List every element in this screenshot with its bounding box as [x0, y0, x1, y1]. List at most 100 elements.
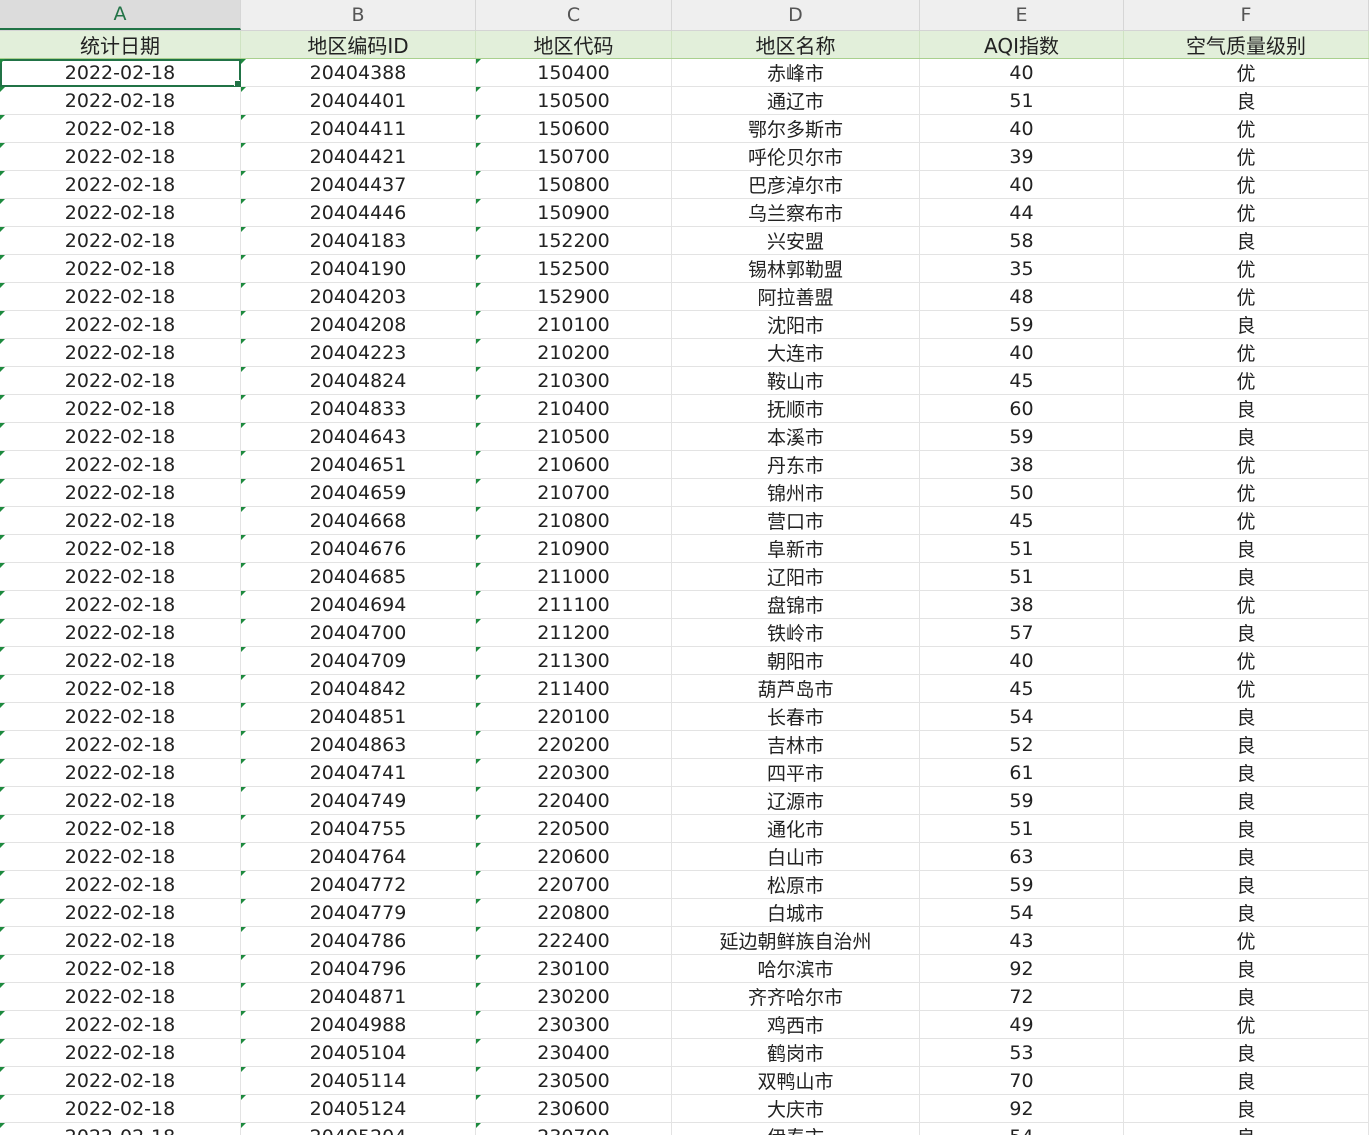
table-cell[interactable]: 152500	[476, 255, 672, 283]
table-cell[interactable]: 54	[920, 899, 1124, 927]
table-cell[interactable]: 2022-02-18	[0, 983, 241, 1011]
table-cell[interactable]: 220600	[476, 843, 672, 871]
table-cell[interactable]: 良	[1124, 1067, 1369, 1095]
table-cell[interactable]: 2022-02-18	[0, 283, 241, 311]
table-cell[interactable]: 20404871	[241, 983, 476, 1011]
table-cell[interactable]: 20404842	[241, 675, 476, 703]
table-cell[interactable]: 50	[920, 479, 1124, 507]
table-cell[interactable]: 70	[920, 1067, 1124, 1095]
table-cell[interactable]: 朝阳市	[672, 647, 920, 675]
table-cell[interactable]: 211400	[476, 675, 672, 703]
table-cell[interactable]: 51	[920, 815, 1124, 843]
table-cell[interactable]: 150700	[476, 143, 672, 171]
fill-handle[interactable]	[234, 80, 240, 86]
table-cell[interactable]: 150400	[476, 59, 672, 87]
table-cell[interactable]: 20404643	[241, 423, 476, 451]
table-cell[interactable]: 良	[1124, 311, 1369, 339]
table-cell[interactable]: 良	[1124, 563, 1369, 591]
table-cell[interactable]: 2022-02-18	[0, 899, 241, 927]
table-cell[interactable]: 210400	[476, 395, 672, 423]
header-cell[interactable]: AQI指数	[920, 31, 1124, 58]
table-cell[interactable]: 优	[1124, 647, 1369, 675]
table-cell[interactable]: 230600	[476, 1095, 672, 1123]
table-cell[interactable]: 鹤岗市	[672, 1039, 920, 1067]
table-cell[interactable]: 辽阳市	[672, 563, 920, 591]
table-cell[interactable]: 良	[1124, 395, 1369, 423]
table-cell[interactable]: 2022-02-18	[0, 115, 241, 143]
table-cell[interactable]: 20404796	[241, 955, 476, 983]
column-header-f[interactable]: F	[1124, 0, 1369, 30]
table-cell[interactable]: 抚顺市	[672, 395, 920, 423]
table-cell[interactable]: 吉林市	[672, 731, 920, 759]
table-cell[interactable]: 45	[920, 507, 1124, 535]
table-cell[interactable]: 40	[920, 647, 1124, 675]
table-cell[interactable]: 20404388	[241, 59, 476, 87]
table-cell[interactable]: 20404421	[241, 143, 476, 171]
table-cell[interactable]: 230700	[476, 1123, 672, 1135]
table-cell[interactable]: 葫芦岛市	[672, 675, 920, 703]
table-cell[interactable]: 150900	[476, 199, 672, 227]
table-cell[interactable]: 210600	[476, 451, 672, 479]
table-cell[interactable]: 20404749	[241, 787, 476, 815]
table-cell[interactable]: 2022-02-18	[0, 255, 241, 283]
table-cell[interactable]: 良	[1124, 983, 1369, 1011]
table-cell[interactable]: 延边朝鲜族自治州	[672, 927, 920, 955]
table-cell[interactable]: 20404183	[241, 227, 476, 255]
table-cell[interactable]: 2022-02-18	[0, 1039, 241, 1067]
table-cell[interactable]: 150800	[476, 171, 672, 199]
table-cell[interactable]: 通辽市	[672, 87, 920, 115]
table-cell[interactable]: 白山市	[672, 843, 920, 871]
table-cell[interactable]: 优	[1124, 255, 1369, 283]
header-cell[interactable]: 地区名称	[672, 31, 920, 58]
table-cell[interactable]: 锦州市	[672, 479, 920, 507]
table-cell[interactable]: 2022-02-18	[0, 1123, 241, 1135]
table-cell[interactable]: 230400	[476, 1039, 672, 1067]
table-cell[interactable]: 20404755	[241, 815, 476, 843]
table-cell[interactable]: 230100	[476, 955, 672, 983]
table-cell[interactable]: 20404676	[241, 535, 476, 563]
table-cell[interactable]: 44	[920, 199, 1124, 227]
table-cell[interactable]: 49	[920, 1011, 1124, 1039]
table-cell[interactable]: 20404700	[241, 619, 476, 647]
table-cell[interactable]: 伊春市	[672, 1123, 920, 1135]
column-header-e[interactable]: E	[920, 0, 1124, 30]
table-cell[interactable]: 40	[920, 115, 1124, 143]
table-cell[interactable]: 2022-02-18	[0, 367, 241, 395]
table-cell[interactable]: 92	[920, 955, 1124, 983]
table-cell[interactable]: 2022-02-18	[0, 563, 241, 591]
table-cell[interactable]: 优	[1124, 59, 1369, 87]
header-cell[interactable]: 地区编码ID	[241, 31, 476, 58]
table-cell[interactable]: 四平市	[672, 759, 920, 787]
table-cell[interactable]: 优	[1124, 199, 1369, 227]
column-header-d[interactable]: D	[672, 0, 920, 30]
table-cell[interactable]: 优	[1124, 927, 1369, 955]
table-cell[interactable]: 45	[920, 675, 1124, 703]
table-cell[interactable]: 61	[920, 759, 1124, 787]
table-cell[interactable]: 20404446	[241, 199, 476, 227]
table-cell[interactable]: 150500	[476, 87, 672, 115]
table-cell[interactable]: 230300	[476, 1011, 672, 1039]
table-cell[interactable]: 210100	[476, 311, 672, 339]
table-cell[interactable]: 2022-02-18	[0, 759, 241, 787]
table-cell[interactable]: 152200	[476, 227, 672, 255]
table-cell[interactable]: 2022-02-18	[0, 87, 241, 115]
table-cell[interactable]: 54	[920, 703, 1124, 731]
table-cell[interactable]: 220300	[476, 759, 672, 787]
table-cell[interactable]: 2022-02-18	[0, 815, 241, 843]
table-cell[interactable]: 57	[920, 619, 1124, 647]
table-cell[interactable]: 51	[920, 563, 1124, 591]
table-cell[interactable]: 220700	[476, 871, 672, 899]
table-cell[interactable]: 211200	[476, 619, 672, 647]
table-cell[interactable]: 38	[920, 451, 1124, 479]
header-cell[interactable]: 地区代码	[476, 31, 672, 58]
table-cell[interactable]: 38	[920, 591, 1124, 619]
table-cell[interactable]: 2022-02-18	[0, 1067, 241, 1095]
table-cell[interactable]: 鸡西市	[672, 1011, 920, 1039]
table-cell[interactable]: 2022-02-18	[0, 507, 241, 535]
table-cell[interactable]: 2022-02-18	[0, 591, 241, 619]
table-cell[interactable]: 良	[1124, 703, 1369, 731]
table-cell[interactable]: 哈尔滨市	[672, 955, 920, 983]
table-cell[interactable]: 152900	[476, 283, 672, 311]
table-cell[interactable]: 60	[920, 395, 1124, 423]
table-cell[interactable]: 51	[920, 535, 1124, 563]
